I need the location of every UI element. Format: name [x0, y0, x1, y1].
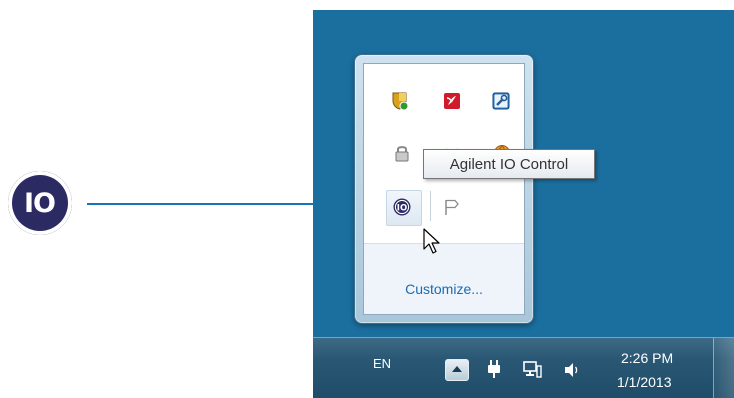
show-desktop-button[interactable]	[713, 338, 734, 398]
agilent-io-icon[interactable]: IO	[393, 198, 411, 216]
svg-text:IO: IO	[397, 203, 407, 213]
language-indicator[interactable]: EN	[373, 356, 391, 371]
popup-content: Customize... IO	[363, 63, 525, 315]
io-icon-text: IO	[24, 187, 56, 219]
power-plug-icon[interactable]	[485, 359, 503, 379]
show-hidden-icons-button[interactable]	[445, 359, 469, 381]
clock-date[interactable]: 1/1/2013	[617, 374, 672, 390]
separator	[430, 191, 431, 221]
mouse-cursor-icon	[423, 228, 440, 254]
taskbar: EN 2:26 PM 1/1/2013	[313, 337, 734, 398]
speaker-icon[interactable]	[563, 361, 581, 379]
wrench-tool-icon[interactable]	[492, 92, 510, 110]
notification-overflow-popup: Customize... IO	[354, 54, 534, 324]
popup-footer	[364, 243, 524, 314]
flag-icon[interactable]	[443, 198, 461, 216]
red-app-icon[interactable]	[443, 92, 461, 110]
clock-time[interactable]: 2:26 PM	[621, 350, 673, 366]
agilent-io-large-icon: IO	[8, 171, 72, 235]
tooltip: Agilent IO Control	[423, 149, 595, 179]
shield-update-icon[interactable]	[391, 92, 409, 110]
network-icon[interactable]	[523, 360, 543, 379]
lock-icon[interactable]	[393, 144, 411, 162]
customize-link[interactable]: Customize...	[364, 281, 524, 297]
